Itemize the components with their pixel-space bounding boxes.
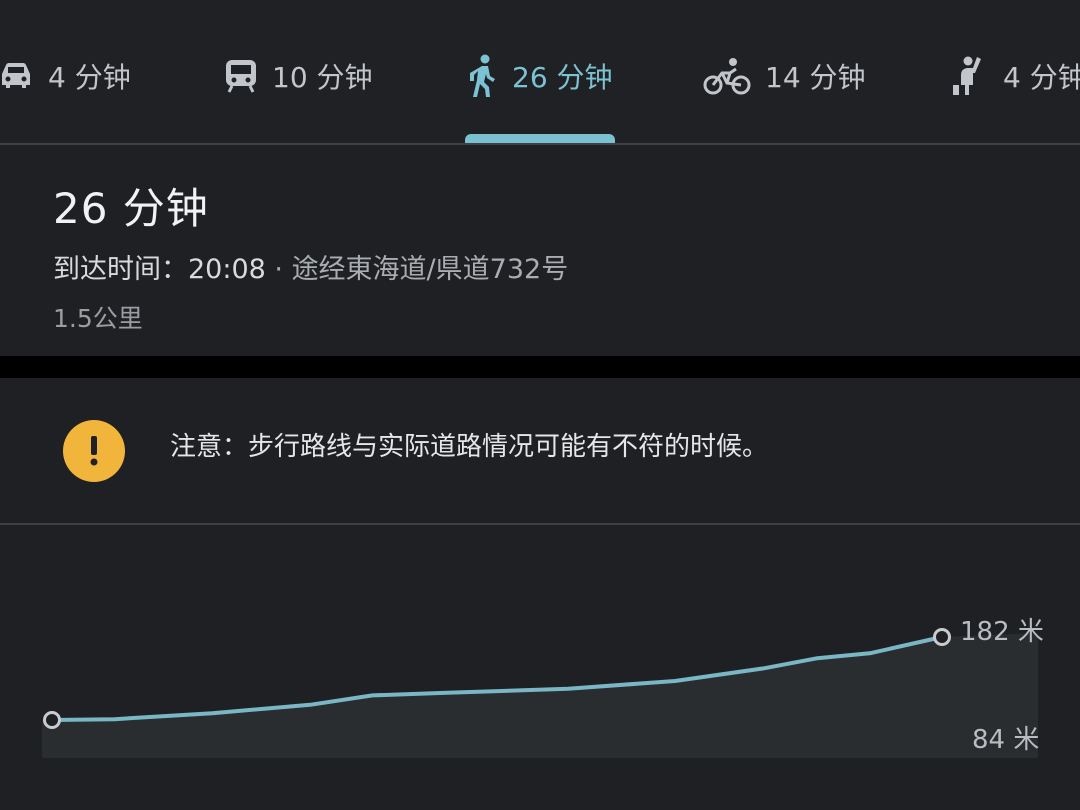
elevation-start-point — [43, 711, 61, 729]
travel-mode-tabs: 4 分钟 10 分钟 26 分钟 14 分钟 4 分钟 — [0, 0, 1080, 145]
tab-ride-label: 4 分钟 — [1003, 61, 1080, 94]
tab-walking-label: 26 分钟 — [512, 61, 613, 94]
route-distance: 1.5公里 — [53, 304, 143, 333]
elevation-end-point — [933, 628, 951, 646]
tab-driving-label: 4 分钟 — [48, 61, 131, 94]
elevation-profile: 182 米 84 米 — [0, 525, 1080, 810]
tab-cycling-label: 14 分钟 — [765, 61, 866, 94]
elevation-chart — [42, 628, 1038, 758]
section-separator — [0, 356, 1080, 378]
elevation-area — [42, 633, 1038, 758]
route-duration: 26 分钟 — [53, 184, 209, 233]
route-summary[interactable]: 26 分钟 到达时间：20:08 · 途经東海道/県道732号 1.5公里 — [0, 145, 1080, 356]
tab-ride[interactable]: 4 分钟 — [951, 48, 1080, 104]
elevation-min-label: 84 米 — [972, 725, 1040, 755]
directions-panel: 4 分钟 10 分钟 26 分钟 14 分钟 4 分钟 26 分钟 到达时间：2… — [0, 0, 1080, 810]
tab-cycling[interactable]: 14 分钟 — [703, 48, 866, 104]
walking-notice: 注意：步行路线与实际道路情况可能有不符的时候。 — [0, 378, 1080, 524]
bicycle-icon — [703, 57, 751, 95]
arrival-prefix: 到达时间： — [53, 254, 188, 285]
elevation-max-label: 182 米 — [960, 617, 1044, 647]
walking-person-icon — [468, 54, 498, 98]
arrival-info: 到达时间：20:08 · 途经東海道/県道732号 — [53, 254, 569, 285]
arrival-time: 20:08 — [188, 254, 266, 285]
tab-transit[interactable]: 10 分钟 — [224, 48, 373, 104]
hail-ride-icon — [951, 55, 983, 97]
tab-driving[interactable]: 4 分钟 — [0, 48, 131, 104]
tab-transit-label: 10 分钟 — [272, 61, 373, 94]
tab-walking[interactable]: 26 分钟 — [468, 48, 613, 104]
car-icon — [0, 61, 34, 91]
warning-icon — [63, 420, 125, 482]
notice-text: 注意：步行路线与实际道路情况可能有不符的时候。 — [170, 432, 769, 462]
route-via: 途经東海道/県道732号 — [291, 254, 569, 285]
train-icon — [224, 58, 258, 94]
